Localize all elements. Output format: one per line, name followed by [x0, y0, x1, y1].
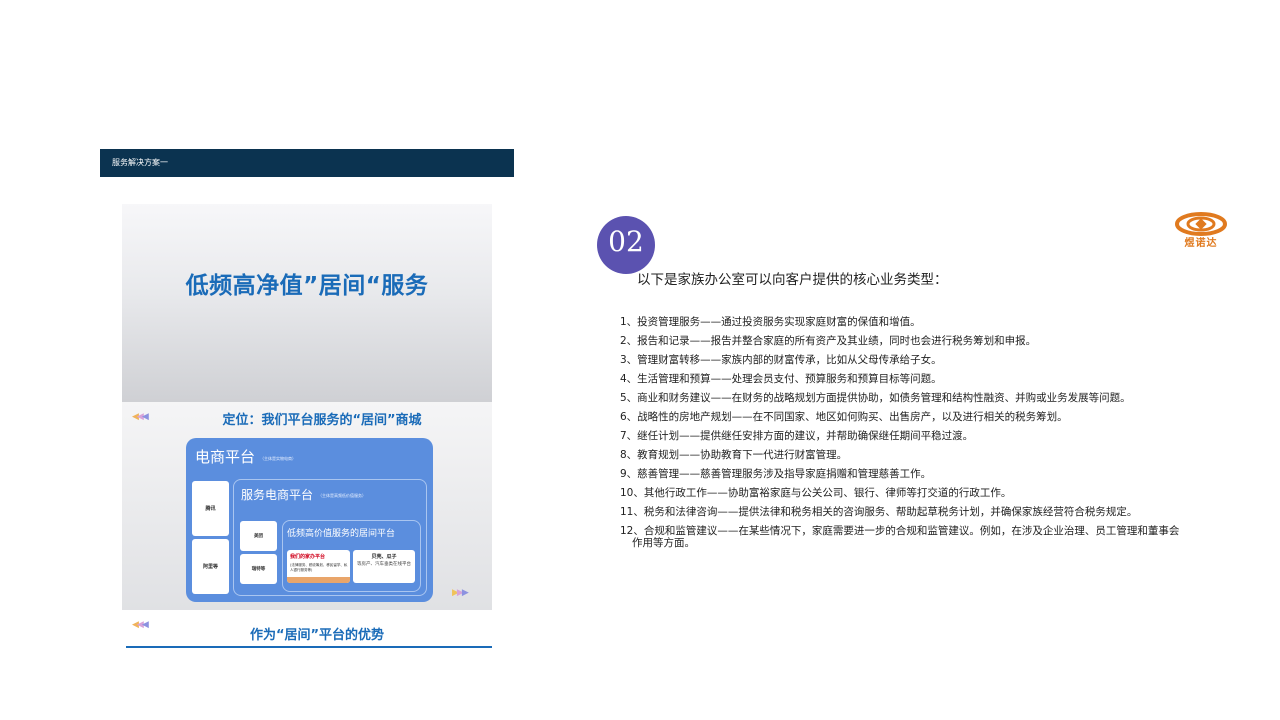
advantage-title: 作为“居间”平台的优势 — [249, 628, 385, 643]
section-number-badge: 02 — [597, 216, 655, 274]
slide-title-area — [122, 204, 492, 402]
other-platform-title: 贝壳、瓜子 — [371, 554, 397, 560]
list-item: 4、生活管理和预算——处理会员支付、预算服务和预算目标等问题。 — [620, 373, 942, 385]
mini-item-meituan: 美团 — [240, 521, 277, 551]
list-item: 3、管理财富转移——家族内部的财富传承，比如从父母传承给子女。 — [620, 354, 942, 366]
list-item: 9、慈善管理——慈善管理服务涉及指导家庭捐赠和管理慈善工作。 — [620, 468, 932, 480]
service-platform-subtitle: （主体是高频低价值服务） — [318, 493, 366, 498]
other-platform-desc: 等房产、汽车垂类在线平台 — [357, 562, 411, 567]
right-arrows-icon: ▶▶▶ — [452, 588, 469, 598]
side-item-alibaba: 阿里等 — [192, 539, 229, 594]
slide-divider — [126, 646, 492, 648]
our-platform-title: 我们的家办平台 — [290, 554, 326, 560]
section-header-title: 服务解决方案一 — [112, 158, 168, 167]
service-platform-box: 服务电商平台 （主体是高频低价值服务） 美团 瑞特等 低频高价值服务的居间平台 … — [233, 479, 427, 596]
embedded-slide-image: 低频高净值”居间“服务 ◀◀◀ 定位：我们平台服务的“居间”商城 电商平台 （主… — [122, 204, 492, 648]
side-item-tencent: 腾讯 — [192, 481, 229, 536]
other-platform-card: 贝壳、瓜子 等房产、汽车垂类在线平台 — [353, 550, 415, 583]
list-item: 7、继任计划——提供继任安排方面的建议，并帮助确保继任期间平稳过渡。 — [620, 430, 974, 442]
list-item: 11、税务和法律咨询——提供法律和税务相关的咨询服务、帮助起草税务计划，并确保家… — [620, 506, 1138, 518]
mini-item-other: 瑞特等 — [240, 554, 277, 584]
slide-title: 低频高净值”居间“服务 — [185, 273, 429, 299]
section-header-bar: 服务解决方案一 — [100, 149, 514, 177]
high-value-platform-title: 低频高价值服务的居间平台 — [287, 529, 396, 539]
ecommerce-title: 电商平台 — [195, 448, 256, 466]
service-list: 1、投资管理服务——通过投资服务实现家庭财富的保值和增值。 2、报告和记录——报… — [620, 313, 1180, 549]
list-item: 5、商业和财务建议——在财务的战略规划方面提供协助，如债务管理和结构性融资、并购… — [620, 392, 1131, 404]
intro-text: 以下是家族办公室可以向客户提供的核心业务类型： — [637, 272, 948, 288]
list-item: 6、战略性的房地产规划——在不同国家、地区如何购买、出售房产，以及进行相关的税务… — [620, 411, 1068, 423]
list-item: 12、合规和监管建议——在某些情况下，家庭需要进一步的合规和监管建议。例如，在涉… — [620, 525, 1180, 549]
our-platform-card-image — [287, 577, 350, 583]
list-item: 1、投资管理服务——通过投资服务实现家庭财富的保值和增值。 — [620, 316, 921, 328]
our-platform-card: 我们的家办平台 (法律服务、税收筹划、移民留学、私人银行服务等) — [287, 550, 350, 583]
positioning-title: 定位：我们平台服务的“居间”商城 — [222, 413, 422, 428]
high-value-platform-box: 低频高价值服务的居间平台 我们的家办平台 (法律服务、税收筹划、移民留学、私人银… — [282, 520, 421, 592]
list-item: 10、其他行政工作——协助富裕家庭与公关公司、银行、律师等打交道的行政工作。 — [620, 487, 1012, 499]
list-item: 2、报告和记录——报告并整合家庭的所有资产及其业绩，同时也会进行税务筹划和申报。 — [620, 335, 1037, 347]
section-number: 02 — [608, 225, 644, 258]
ecommerce-platform-box: 电商平台 （主体是实物电商） 腾讯 阿里等 服务电商平台 （主体是高频低价值服务… — [186, 438, 433, 602]
list-item: 8、教育规划——协助教育下一代进行财富管理。 — [620, 449, 848, 461]
company-logo-text: 煜诺达 — [1184, 238, 1218, 249]
service-platform-title: 服务电商平台 — [241, 488, 314, 502]
ecommerce-subtitle: （主体是实物电商） — [260, 456, 296, 461]
our-platform-desc: (法律服务、税收筹划、移民留学、私人银行服务等) — [290, 563, 348, 572]
